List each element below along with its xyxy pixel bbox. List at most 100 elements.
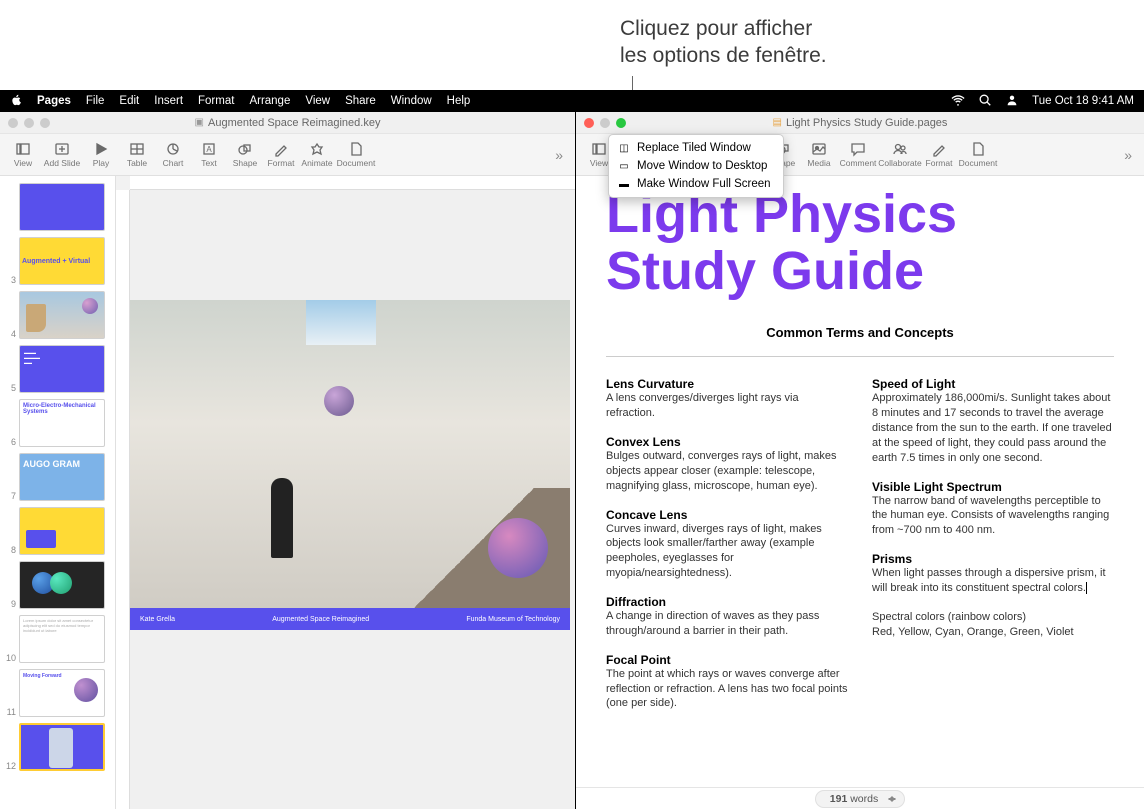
slide-thumb[interactable]: [19, 291, 105, 339]
help-menu[interactable]: Help: [447, 95, 471, 107]
slide-thumb[interactable]: [19, 561, 105, 609]
slide-canvas-area[interactable]: Kate Grella Augmented Space Reimagined F…: [116, 176, 575, 809]
doc-subtitle: Common Terms and Concepts: [606, 325, 1114, 340]
doc-title: Light PhysicsStudy Guide: [606, 186, 1114, 299]
term-heading: Diffraction: [606, 595, 848, 609]
slide-author: Kate Grella: [140, 616, 175, 623]
term-body: The narrow band of wavelengths perceptib…: [872, 494, 1114, 539]
term-heading: Convex Lens: [606, 435, 848, 449]
format-button[interactable]: Format: [264, 141, 298, 168]
slide-thumb-selected[interactable]: [19, 723, 105, 771]
keynote-titlebar: ▣ Augmented Space Reimagined.key: [0, 112, 575, 134]
minimize-button[interactable]: [600, 118, 610, 128]
pages-titlebar: ▤ Light Physics Study Guide.pages: [576, 112, 1144, 134]
doc-columns: Lens CurvatureA lens converges/diverges …: [606, 377, 1114, 725]
zoom-button[interactable]: [616, 118, 626, 128]
menubar-clock[interactable]: Tue Oct 18 9:41 AM: [1032, 95, 1134, 107]
make-window-full-screen[interactable]: ▬Make Window Full Screen: [609, 175, 783, 193]
slide-thumb[interactable]: Moving Forward: [19, 669, 105, 717]
svg-text:A: A: [206, 145, 212, 154]
callout-line-2: les options de fenêtre.: [620, 42, 827, 69]
keynote-window: ▣ Augmented Space Reimagined.key View Ad…: [0, 112, 576, 809]
term-body: A lens converges/diverges light rays via…: [606, 391, 848, 421]
replace-tiled-window[interactable]: ◫Replace Tiled Window: [609, 139, 783, 157]
doc-divider: [606, 356, 1114, 357]
chart-button[interactable]: Chart: [156, 141, 190, 168]
toolbar-overflow-icon[interactable]: »: [1124, 147, 1138, 163]
replace-tile-icon: ◫: [617, 143, 631, 154]
arrange-menu[interactable]: Arrange: [249, 95, 290, 107]
media-button[interactable]: Media: [802, 141, 836, 168]
term-body: When light passes through a dispersive p…: [872, 566, 1114, 596]
share-menu[interactable]: Share: [345, 95, 376, 107]
slide-thumb[interactable]: Micro-Electro-Mechanical Systems: [19, 399, 105, 447]
pages-body: Light PhysicsStudy Guide Common Terms an…: [576, 176, 1144, 809]
toolbar-overflow-icon[interactable]: »: [555, 147, 569, 163]
pages-traffic-lights: [584, 118, 626, 128]
document-button[interactable]: Document: [336, 141, 376, 168]
word-count[interactable]: 191 words: [815, 790, 905, 808]
slide-thumb[interactable]: [19, 183, 105, 231]
doc-col-1: Lens CurvatureA lens converges/diverges …: [606, 377, 848, 725]
term-body: Red, Yellow, Cyan, Orange, Green, Violet: [872, 625, 1114, 640]
comment-button[interactable]: Comment: [838, 141, 878, 168]
slide-title: Augmented Space Reimagined: [272, 616, 369, 623]
keynote-title: Augmented Space Reimagined.key: [208, 117, 380, 129]
collaborate-button[interactable]: Collaborate: [880, 141, 920, 168]
document-area[interactable]: Light PhysicsStudy Guide Common Terms an…: [576, 176, 1144, 787]
keynote-traffic-lights: [8, 118, 50, 128]
animate-button[interactable]: Animate: [300, 141, 334, 168]
keynote-toolbar: View Add Slide Play Table Chart AText Sh…: [0, 134, 575, 176]
table-button[interactable]: Table: [120, 141, 154, 168]
close-button[interactable]: [8, 118, 18, 128]
add-slide-button[interactable]: Add Slide: [42, 141, 82, 168]
keynote-body: 3Augmented + Virtual 4 5▬▬▬▬▬▬▬▬▬ 6Micro…: [0, 176, 575, 809]
text-button[interactable]: AText: [192, 141, 226, 168]
macos-desktop: Pages File Edit Insert Format Arrange Vi…: [0, 90, 1144, 809]
callout-line-1: Cliquez pour afficher: [620, 15, 827, 42]
document-button[interactable]: Document: [958, 141, 998, 168]
desktop-icon: ▭: [617, 161, 631, 172]
term-heading: Concave Lens: [606, 508, 848, 522]
window-menu[interactable]: Window: [391, 95, 432, 107]
text-cursor: [1086, 582, 1087, 594]
format-button[interactable]: Format: [922, 141, 956, 168]
slide-thumb[interactable]: AUGO GRAM: [19, 453, 105, 501]
view-menu[interactable]: View: [305, 95, 330, 107]
file-menu[interactable]: File: [86, 95, 105, 107]
slide-thumb[interactable]: [19, 507, 105, 555]
app-menu[interactable]: Pages: [37, 95, 71, 107]
window-options-menu: ◫Replace Tiled Window ▭Move Window to De…: [608, 134, 784, 198]
slide-footer: Kate Grella Augmented Space Reimagined F…: [130, 608, 570, 630]
close-button[interactable]: [584, 118, 594, 128]
term-heading: Focal Point: [606, 653, 848, 667]
zoom-button[interactable]: [40, 118, 50, 128]
term-body: Approximately 186,000mi/s. Sunlight take…: [872, 391, 1114, 465]
format-menu[interactable]: Format: [198, 95, 234, 107]
slide-image: [130, 300, 570, 608]
slide-navigator[interactable]: 3Augmented + Virtual 4 5▬▬▬▬▬▬▬▬▬ 6Micro…: [0, 176, 116, 809]
term-body: Spectral colors (rainbow colors): [872, 610, 1114, 625]
view-button[interactable]: View: [6, 141, 40, 168]
slide-thumb[interactable]: Lorem ipsum dolor sit amet consectetur a…: [19, 615, 105, 663]
term-body: A change in direction of waves as they p…: [606, 609, 848, 639]
edit-menu[interactable]: Edit: [119, 95, 139, 107]
term-heading: Lens Curvature: [606, 377, 848, 391]
term-heading: Visible Light Spectrum: [872, 480, 1114, 494]
user-icon[interactable]: [1005, 93, 1019, 110]
menubar: Pages File Edit Insert Format Arrange Vi…: [0, 90, 1144, 112]
insert-menu[interactable]: Insert: [154, 95, 183, 107]
apple-logo-icon[interactable]: [10, 94, 22, 109]
callout-annotation: Cliquez pour afficher les options de fen…: [620, 15, 827, 70]
shape-button[interactable]: Shape: [228, 141, 262, 168]
spotlight-icon[interactable]: [978, 93, 992, 110]
term-body: The point at which rays or waves converg…: [606, 667, 848, 712]
slide-canvas[interactable]: Kate Grella Augmented Space Reimagined F…: [130, 300, 570, 630]
pages-title: Light Physics Study Guide.pages: [786, 117, 947, 129]
slide-thumb[interactable]: Augmented + Virtual: [19, 237, 105, 285]
minimize-button[interactable]: [24, 118, 34, 128]
slide-thumb[interactable]: ▬▬▬▬▬▬▬▬▬: [19, 345, 105, 393]
wifi-icon[interactable]: [951, 93, 965, 110]
move-window-to-desktop[interactable]: ▭Move Window to Desktop: [609, 157, 783, 175]
play-button[interactable]: Play: [84, 141, 118, 168]
